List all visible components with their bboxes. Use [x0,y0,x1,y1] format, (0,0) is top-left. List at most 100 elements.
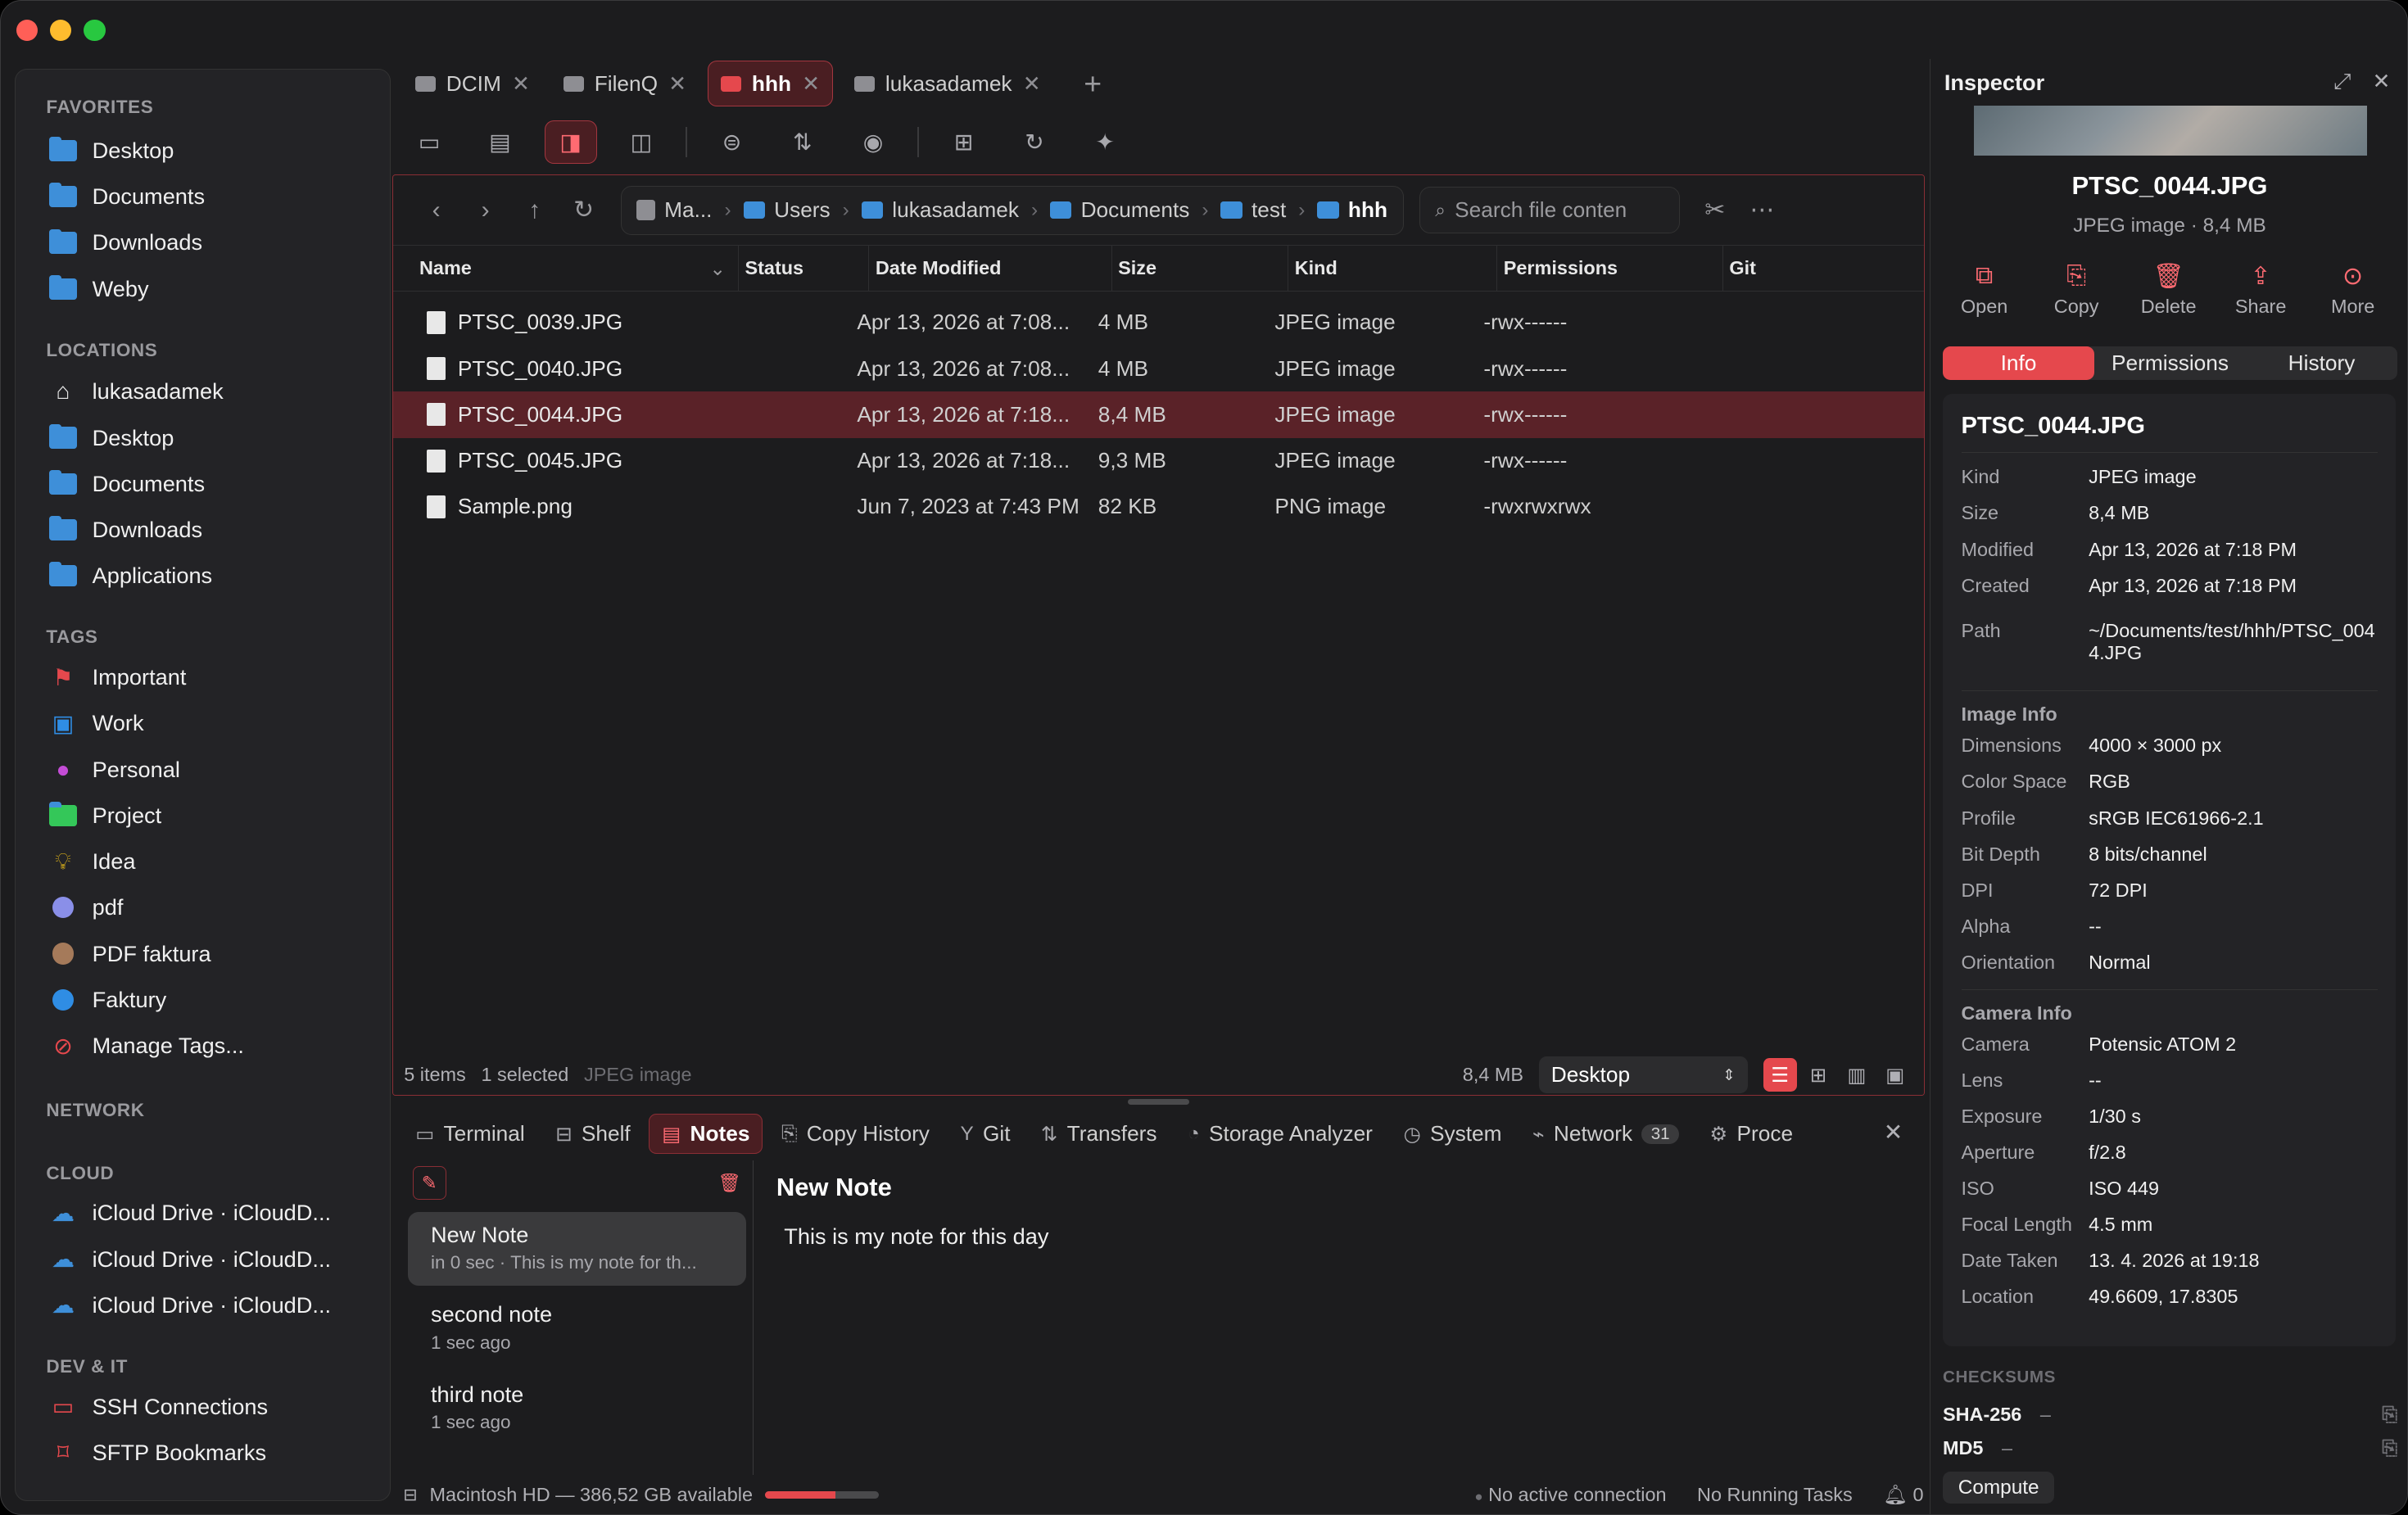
sidebar-item-tag-8[interactable]: ⊘ Manage Tags... [16,1023,390,1069]
more-options-icon[interactable]: ⋯ [1749,196,1774,224]
close-tab-icon[interactable]: ✕ [668,71,686,97]
segment-permissions[interactable]: Permissions [2094,346,2246,380]
inspector-action-more[interactable]: ⊙ More [2306,262,2399,318]
table-row[interactable]: PTSC_0045.JPG Apr 13, 2026 at 7:18... 9,3 … [393,438,1924,484]
inspector-action-copy[interactable]: ⎘ Copy [2030,262,2123,318]
close-tab-icon[interactable]: ✕ [1023,71,1041,97]
ai-sparkle-icon[interactable]: ✦ [1079,120,1131,164]
sidebar-item-tag-1[interactable]: ▣ Work [16,700,390,746]
filter-icon[interactable]: ⊜ [706,120,758,164]
breadcrumb-item[interactable]: Users [743,197,831,223]
column-size[interactable]: Size [1112,245,1289,292]
parent-folder-icon[interactable]: ↑ [510,197,559,224]
note-editor-title[interactable]: New Note [776,1173,1049,1202]
close-window-button[interactable] [16,19,38,41]
close-tab-icon[interactable]: ✕ [512,71,530,97]
note-editor-body[interactable]: This is my note for this day [776,1223,1048,1250]
close-tab-icon[interactable]: ✕ [802,71,820,97]
sidebar-item-cloud-1[interactable]: ☁ iCloud Drive · iCloudD... [16,1237,390,1282]
table-row[interactable]: PTSC_0044.JPG Apr 13, 2026 at 7:18... 8,4 … [393,391,1925,438]
breadcrumb-item[interactable]: test [1220,197,1286,223]
tools-icon[interactable]: ✂ [1704,196,1725,224]
delete-note-icon[interactable]: 🗑 [713,1166,746,1200]
sidebar-item-tag-4[interactable]: 💡︎ Idea [16,839,390,884]
info-value[interactable]: ~/Documents/test/hhh/PTSC_0044.JPG [2089,620,2378,664]
gallery-view-icon[interactable]: ▣ [1878,1058,1912,1092]
back-icon[interactable]: ‹ [412,197,461,224]
sidebar-item-loc-3[interactable]: Downloads [16,507,390,553]
shelf-icon[interactable]: ▤ [474,120,527,164]
inspector-action-share[interactable]: ⇪ Share [2215,262,2307,318]
bottom-tab-9[interactable]: ⚙ Proce [1697,1114,1805,1154]
tab-3[interactable]: lukasadamek ✕ [842,61,1052,106]
bottom-tab-4[interactable]: Y Git [948,1114,1022,1154]
sidebar-item-fav-3[interactable]: Weby [16,266,390,312]
bottom-tab-7[interactable]: ◷ System [1391,1114,1514,1154]
breadcrumb-item[interactable]: Documents [1050,197,1189,223]
sort-icon[interactable]: ⇅ [776,120,829,164]
preview-eye-icon[interactable]: ◉ [847,120,899,164]
reload-icon[interactable]: ↻ [559,196,609,224]
note-editor[interactable]: New Note This is my note for this day [776,1173,1049,1250]
copy-icon[interactable]: ⎘ [2382,1437,2397,1459]
expand-icon[interactable]: ⤢ [2333,69,2351,95]
column-permissions[interactable]: Permissions [1497,245,1723,292]
sidebar-item-dev-0[interactable]: ▭ SSH Connections [16,1384,390,1430]
bottom-tab-6[interactable]: ◔ Storage Analyzer [1175,1114,1385,1154]
column-kind[interactable]: Kind [1288,245,1498,292]
tab-0[interactable]: DCIM ✕ [403,61,542,106]
close-inspector-icon[interactable]: ✕ [2373,69,2391,95]
breadcrumb-item[interactable]: hhh [1317,197,1387,223]
bottom-tab-5[interactable]: ⇅ Transfers [1029,1114,1170,1154]
sidebar-item-dev-1[interactable]: ⌑ SFTP Bookmarks [16,1430,390,1476]
new-tab-icon[interactable]: + [1084,66,1102,102]
sidebar-item-tag-6[interactable]: PDF faktura [16,930,390,976]
bottom-tab-2[interactable]: ▤ Notes [649,1114,763,1155]
table-row[interactable]: Sample.png Jun 7, 2023 at 7:43 PM 82 KB PNG… [393,484,1924,530]
column-name[interactable]: Name ⌄ [393,245,739,292]
sidebar-item-tag-5[interactable]: pdf [16,884,390,930]
breadcrumb-item[interactable]: Ma... [636,197,712,223]
column-view-icon[interactable]: ▥ [1840,1058,1873,1092]
tab-2[interactable]: hhh ✕ [708,61,834,107]
note-list-item[interactable]: second note 1 sec ago [408,1292,746,1366]
panel-resize-handle[interactable] [1128,1098,1190,1106]
bottom-tab-3[interactable]: ⎘ Copy History [769,1114,942,1154]
sidebar-item-loc-0[interactable]: ⌂ lukasadamek [16,369,390,414]
inspector-action-open[interactable]: ⧉ Open [1938,262,2030,318]
sidebar-item-loc-4[interactable]: Applications [16,553,390,599]
sidebar-item-fav-1[interactable]: Documents [16,174,390,219]
sidebar-item-tag-3[interactable]: Project [16,793,390,839]
sidebar-item-tag-0[interactable]: ⚑ Important [16,654,390,700]
sidebar-item-tag-2[interactable]: ● Personal [16,746,390,792]
tasks-status[interactable]: No Running Tasks [1697,1484,1853,1506]
inspector-toggle-icon[interactable]: ◨ [544,120,597,164]
forward-icon[interactable]: › [461,197,510,224]
close-panel-icon[interactable]: ✕ [1884,1119,1903,1146]
bottom-tab-0[interactable]: ▭ Terminal [403,1114,536,1154]
sidebar-item-cloud-0[interactable]: ☁ iCloud Drive · iCloudD... [16,1190,390,1236]
location-select[interactable]: Desktop ⇕ [1538,1056,1748,1093]
segment-info[interactable]: Info [1943,346,2094,381]
sidebar-toggle-icon[interactable]: ▭ [403,120,455,164]
column-status[interactable]: Status [739,245,870,292]
sidebar-item-cloud-2[interactable]: ☁ iCloud Drive · iCloudD... [16,1282,390,1328]
refresh-icon[interactable]: ↻ [1008,120,1061,164]
notifications[interactable]: 🔔︎ 0 [1883,1483,1923,1506]
sidebar-item-loc-2[interactable]: Documents [16,461,390,507]
compute-button[interactable]: Compute [1943,1471,2055,1504]
bottom-tab-8[interactable]: ⌁ Network 31 [1520,1114,1691,1154]
tab-1[interactable]: FilenQ ✕ [551,61,699,106]
sidebar-item-tag-7[interactable]: Faktury [16,977,390,1023]
sidebar-section-network[interactable]: NETWORK [16,1100,390,1121]
minimize-window-button[interactable] [50,19,72,41]
zoom-window-button[interactable] [84,19,106,41]
copy-icon[interactable]: ⎘ [2382,1404,2397,1426]
new-folder-icon[interactable]: ⊞ [938,120,990,164]
search-input[interactable]: ⌕ Search file conten [1419,187,1681,233]
table-row[interactable]: PTSC_0039.JPG Apr 13, 2026 at 7:08... 4 MB… [393,300,1924,346]
sidebar-item-fav-2[interactable]: Downloads [16,219,390,265]
breadcrumb-item[interactable]: lukasadamek [861,197,1019,223]
note-list-item[interactable]: third note 1 sec ago [408,1372,746,1445]
bottom-tab-1[interactable]: ⊟ Shelf [543,1114,643,1154]
